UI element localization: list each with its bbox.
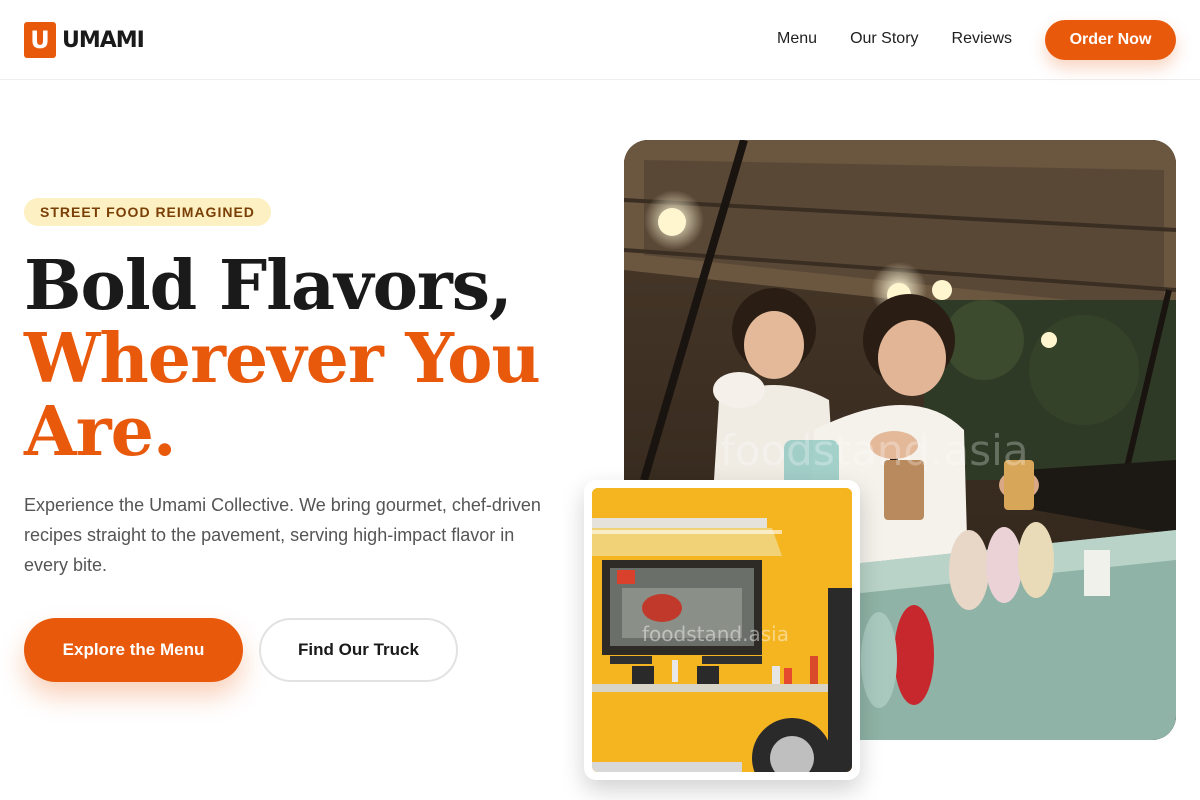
order-now-button[interactable]: Order Now [1045, 20, 1176, 60]
nav-link-our-story[interactable]: Our Story [850, 30, 918, 48]
nav-link-menu[interactable]: Menu [777, 30, 817, 48]
food-truck-photo-card: foodstand.asia [584, 480, 860, 780]
food-truck-photo: foodstand.asia [592, 488, 852, 772]
logo-text: UMAMI [62, 27, 145, 53]
headline-line-3: Are. [24, 392, 177, 472]
landing-page: U UMAMI Menu Our Story Reviews Order Now… [0, 0, 1200, 800]
logo[interactable]: U UMAMI [24, 22, 145, 58]
headline-line-1: Bold Flavors, [24, 246, 513, 326]
logo-mark: U [24, 22, 56, 58]
main-photo-watermark: foodstand.asia [720, 426, 1029, 475]
hero-description: Experience the Umami Collective. We brin… [24, 495, 541, 575]
headline-line-2: Wherever You [24, 319, 541, 399]
main-nav: Menu Our Story Reviews [777, 30, 1012, 48]
small-photo-watermark: foodstand.asia [642, 622, 789, 646]
find-truck-button[interactable]: Find Our Truck [259, 618, 458, 682]
nav-link-reviews[interactable]: Reviews [952, 30, 1012, 48]
site-header: U UMAMI Menu Our Story Reviews Order Now [0, 0, 1200, 80]
explore-menu-button[interactable]: Explore the Menu [24, 618, 243, 682]
hero-headline: Bold Flavors, Wherever You Are. [24, 246, 541, 472]
hero-badge: STREET FOOD REIMAGINED [24, 198, 271, 226]
